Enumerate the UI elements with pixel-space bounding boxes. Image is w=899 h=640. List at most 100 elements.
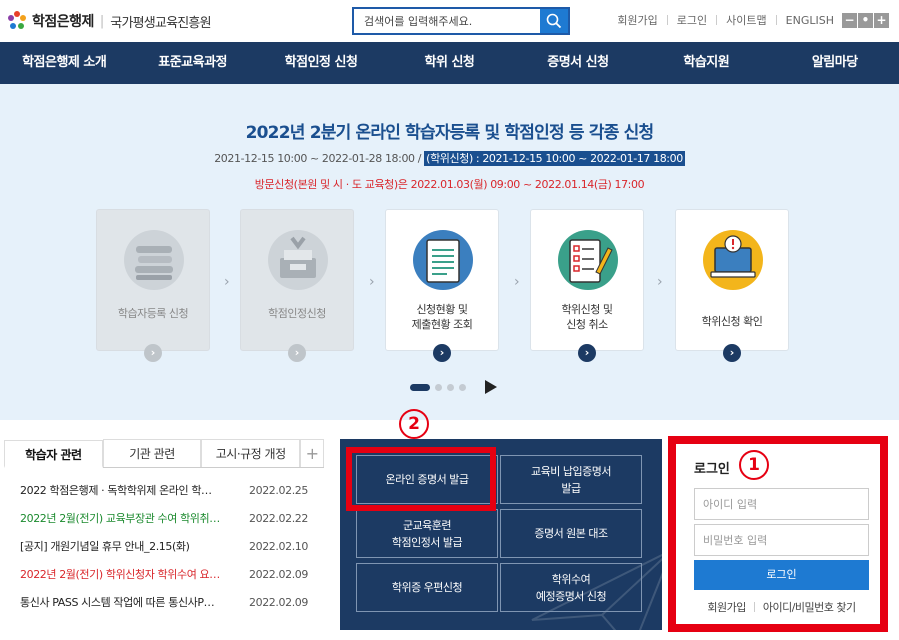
card-go-button[interactable]: › <box>433 344 451 362</box>
card-go-button[interactable]: › <box>288 344 306 362</box>
news-date: 2022.02.09 <box>249 567 308 581</box>
list-item[interactable]: 통신사 PASS 시스템 작업에 따른 통신사P… 2022.02.09 <box>4 588 324 616</box>
login-title: 로그인 <box>694 462 730 477</box>
find-id-password-link[interactable]: 아이디/비밀번호 찾기 <box>763 599 856 615</box>
nav-item-certificate[interactable]: 증명서 신청 <box>514 42 642 84</box>
chevron-right-icon: › <box>657 274 663 290</box>
card-go-button[interactable]: › <box>578 344 596 362</box>
news-date: 2022.02.10 <box>249 539 308 553</box>
news-date: 2022.02.25 <box>249 483 308 497</box>
inbox-tray-icon <box>268 230 328 290</box>
list-item[interactable]: [공지] 개원기념일 휴무 안내_2.15(화) 2022.02.10 <box>4 532 324 560</box>
military-credit-certificate-button[interactable]: 군교육훈련 학점인정서 발급 <box>356 509 498 558</box>
card-learner-registration[interactable]: 학습자등록 신청 › <box>96 209 210 362</box>
font-reset-button[interactable]: • <box>858 12 873 28</box>
logo-flower-icon <box>6 10 28 32</box>
login-button[interactable]: 로그인 <box>694 560 869 590</box>
chevron-right-icon: › <box>514 274 520 290</box>
annotation-badge-1: 1 <box>739 450 769 480</box>
nav-item-intro[interactable]: 학점은행제 소개 <box>0 42 128 84</box>
login-panel: 로그인 로그인 회원가입 아이디/비밀번호 찾기 <box>668 436 888 632</box>
font-decrease-button[interactable]: − <box>842 12 857 28</box>
card-label: 학위신청 확인 <box>701 315 763 328</box>
more-plus-button[interactable]: + <box>300 439 325 467</box>
news-list: 2022 학점은행제 · 독학학위제 온라인 학… 2022.02.25 202… <box>4 468 324 616</box>
degree-mail-request-button[interactable]: 학위증 우편신청 <box>356 563 498 612</box>
document-list-icon <box>413 230 473 290</box>
hero-title: 2022년 2분기 온라인 학습자등록 및 학점인정 등 각종 신청 <box>245 123 655 143</box>
card-label: 신청현황 및 제출현황 조회 <box>411 303 473 331</box>
degree-expected-certificate-button[interactable]: 학위수여 예정증명서 신청 <box>500 563 642 612</box>
hero-visit-notice: 방문신청(본원 및 시 · 도 교육청)은 2022.01.03(월) 09:0… <box>254 178 645 191</box>
news-date: 2022.02.09 <box>249 595 308 609</box>
chevron-right-icon: › <box>224 274 230 290</box>
slider-dot[interactable] <box>435 383 442 391</box>
play-icon[interactable] <box>485 380 497 394</box>
news-title[interactable]: 2022년 2월(전기) 교육부장관 수여 학위취… <box>20 510 238 526</box>
logo-title: 학점은행제 <box>32 14 94 30</box>
annotation-badge-2: 2 <box>399 409 429 439</box>
header: 학점은행제 | 국가평생교육진흥원 회원가입 로그인 사이트맵 ENGLISH … <box>0 0 899 42</box>
tab-learner[interactable]: 학습자 관련 <box>4 440 103 468</box>
nav-item-curriculum[interactable]: 표준교육과정 <box>128 42 256 84</box>
font-increase-button[interactable]: + <box>874 12 889 28</box>
tab-regulation[interactable]: 고시·규정 개정 <box>201 439 301 467</box>
hero-banner: 2022년 2분기 온라인 학습자등록 및 학점인정 등 각종 신청 2021-… <box>0 84 899 420</box>
card-label: 학위신청 및 신청 취소 <box>561 303 613 331</box>
slider-dot[interactable] <box>459 383 466 391</box>
checklist-pencil-icon <box>558 230 618 290</box>
hero-date: 2021-12-15 10:00 ~ 2022-01-28 18:00 / (학… <box>0 150 899 166</box>
annotation-highlight-box <box>346 447 496 511</box>
util-sitemap-link[interactable]: 사이트맵 <box>726 12 766 28</box>
news-tabs: 학습자 관련 기관 관련 고시·규정 개정 + <box>4 439 325 468</box>
card-go-button[interactable]: › <box>723 344 741 362</box>
util-signup-link[interactable]: 회원가입 <box>617 12 657 28</box>
nav-item-support[interactable]: 학습지원 <box>642 42 770 84</box>
news-title[interactable]: [공지] 개원기념일 휴무 안내_2.15(화) <box>20 538 238 554</box>
util-english-link[interactable]: ENGLISH <box>786 14 834 27</box>
slider-dot[interactable] <box>447 383 454 391</box>
logo-subtitle: 국가평생교육진흥원 <box>110 15 211 31</box>
slider-dot-active[interactable] <box>410 383 430 391</box>
search-button[interactable] <box>540 9 568 33</box>
search-bar <box>352 7 570 35</box>
font-size-controls: − • + <box>842 12 889 28</box>
news-panel: 학습자 관련 기관 관련 고시·규정 개정 + 2022 학점은행제 · 독학학… <box>4 439 325 629</box>
laptop-alert-icon <box>703 230 763 290</box>
certificate-verify-button[interactable]: 증명서 원본 대조 <box>500 509 642 558</box>
news-title[interactable]: 2022 학점은행제 · 독학학위제 온라인 학… <box>20 482 238 498</box>
login-password-input[interactable] <box>694 524 869 556</box>
card-go-button[interactable]: › <box>144 344 162 362</box>
news-date: 2022.02.22 <box>249 511 308 525</box>
hero-date-range: 2021-12-15 10:00 ~ 2022-01-28 18:00 / <box>214 152 422 165</box>
news-title[interactable]: 통신사 PASS 시스템 작업에 따른 통신사P… <box>20 594 238 610</box>
nav-item-credit-recognition[interactable]: 학점인정 신청 <box>257 42 385 84</box>
slider-pagination <box>410 380 497 394</box>
card-degree-confirm[interactable]: 학위신청 확인 › <box>675 209 789 362</box>
list-item[interactable]: 2022 학점은행제 · 독학학위제 온라인 학… 2022.02.25 <box>4 476 324 504</box>
books-icon <box>124 230 184 290</box>
utility-links: 회원가입 로그인 사이트맵 ENGLISH − • + <box>617 12 889 28</box>
card-label: 학습자등록 신청 <box>117 307 189 320</box>
chevron-right-icon: › <box>369 274 375 290</box>
tab-institution[interactable]: 기관 관련 <box>102 439 202 467</box>
card-credit-recognition[interactable]: 학점인정신청 › <box>240 209 354 362</box>
list-item[interactable]: 2022년 2월(전기) 교육부장관 수여 학위취… 2022.02.22 <box>4 504 324 532</box>
search-input[interactable] <box>354 9 540 33</box>
card-status-inquiry[interactable]: 신청현황 및 제출현황 조회 › <box>385 209 499 362</box>
tuition-certificate-button[interactable]: 교육비 납입증명서 발급 <box>500 455 642 504</box>
login-id-input[interactable] <box>694 488 869 520</box>
hero-date-highlight: (학위신청) : 2021-12-15 10:00 ~ 2022-01-17 1… <box>424 151 685 166</box>
search-icon <box>546 13 562 29</box>
nav-item-notice[interactable]: 알림마당 <box>771 42 899 84</box>
login-links: 회원가입 아이디/비밀번호 찾기 <box>694 599 869 615</box>
nav-item-degree[interactable]: 학위 신청 <box>385 42 513 84</box>
logo[interactable]: 학점은행제 | 국가평생교육진흥원 <box>6 10 212 32</box>
main-nav: 학점은행제 소개 표준교육과정 학점인정 신청 학위 신청 증명서 신청 학습지… <box>0 42 899 84</box>
list-item[interactable]: 2022년 2월(전기) 학위신청자 학위수여 요… 2022.02.09 <box>4 560 324 588</box>
login-signup-link[interactable]: 회원가입 <box>707 599 746 615</box>
util-login-link[interactable]: 로그인 <box>677 12 707 28</box>
news-title[interactable]: 2022년 2월(전기) 학위신청자 학위수여 요… <box>20 566 238 582</box>
card-degree-apply[interactable]: 학위신청 및 신청 취소 › <box>530 209 644 362</box>
card-label: 학점인정신청 <box>268 307 326 320</box>
